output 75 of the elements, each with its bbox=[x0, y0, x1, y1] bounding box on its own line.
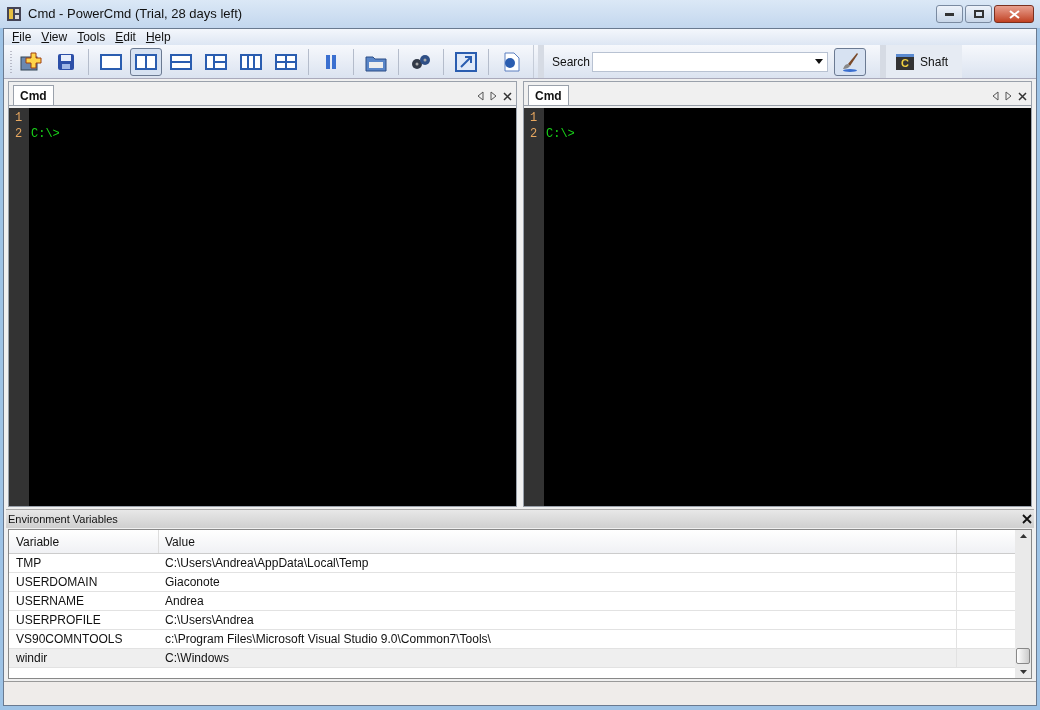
table-cell: Andrea bbox=[159, 592, 957, 610]
close-icon[interactable] bbox=[503, 91, 512, 101]
save-icon bbox=[57, 52, 75, 71]
scroll-right-icon[interactable] bbox=[490, 91, 497, 101]
line-number: 2 bbox=[14, 126, 24, 142]
dropdown-caret-icon bbox=[815, 59, 824, 64]
close-icon[interactable] bbox=[1018, 91, 1027, 101]
new-console-plus-icon bbox=[20, 51, 42, 72]
console-area[interactable]: 1 2 C:\> bbox=[524, 108, 1031, 506]
three-column-layout-icon bbox=[240, 53, 262, 70]
menu-item[interactable]: View bbox=[37, 28, 72, 46]
line-number: 1 bbox=[14, 110, 24, 126]
three-pane-layout-icon bbox=[205, 53, 227, 70]
table-row[interactable]: VS90COMNTOOLS c:\Program Files\Microsoft Visual Studio 9.0\Common7\Tools\ bbox=[9, 630, 1015, 649]
window-title: Cmd - PowerCmd (Trial, 28 days left) bbox=[28, 5, 243, 24]
external-window-icon bbox=[455, 51, 477, 72]
single-pane-layout-icon bbox=[100, 53, 122, 70]
gears-icon bbox=[410, 52, 432, 71]
help-document-icon bbox=[501, 51, 521, 72]
table-cell: C:\Windows bbox=[159, 649, 957, 667]
app-icon bbox=[6, 6, 22, 22]
pause-icon bbox=[325, 53, 337, 70]
highlight-brush-button[interactable] bbox=[834, 47, 867, 76]
table-row[interactable]: windir C:\Windows bbox=[9, 649, 1015, 668]
two-row-layout-icon bbox=[170, 53, 192, 70]
close-button[interactable] bbox=[994, 5, 1034, 23]
paintbrush-icon bbox=[841, 51, 860, 72]
shaft-c-icon: C bbox=[896, 53, 915, 70]
scroll-up-icon bbox=[1019, 534, 1027, 538]
vertical-scrollbar[interactable] bbox=[1015, 530, 1031, 678]
minimize-icon bbox=[945, 12, 954, 16]
prompt-text: C:\> bbox=[546, 126, 575, 142]
table-row[interactable]: USERNAME Andrea bbox=[9, 592, 1015, 611]
column-header[interactable]: Value bbox=[159, 530, 957, 553]
table-row[interactable]: USERDOMAIN Giaconote bbox=[9, 573, 1015, 592]
toolbar-button[interactable] bbox=[130, 47, 162, 76]
line-number: 1 bbox=[529, 110, 539, 126]
table-cell-text: windir bbox=[15, 650, 49, 667]
line-number: 2 bbox=[529, 126, 539, 142]
maximize-icon bbox=[973, 10, 984, 18]
table-cell: c:\Program Files\Microsoft Visual Studio 9.0\Common7\Tools\ bbox=[159, 630, 957, 648]
table-cell: C:\Users\Andrea\AppData\Local\Temp bbox=[159, 554, 957, 572]
console-tab[interactable]: Cmd bbox=[528, 85, 569, 105]
column-header[interactable]: Variable bbox=[9, 530, 159, 553]
menu-item[interactable]: Edit bbox=[111, 28, 140, 46]
table-cell-text: USERNAME bbox=[15, 593, 85, 610]
search-field[interactable] bbox=[592, 51, 829, 72]
menu-item[interactable]: Help bbox=[141, 28, 175, 46]
table-cell-text: USERPROFILE bbox=[15, 612, 102, 629]
scroll-left-icon[interactable] bbox=[477, 91, 484, 101]
table-cell: Giaconote bbox=[159, 573, 957, 591]
maximize-button[interactable] bbox=[965, 5, 992, 23]
menu-item[interactable]: Tools bbox=[73, 28, 110, 46]
scrollbar-thumb[interactable] bbox=[1016, 648, 1030, 664]
prompt-text: C:\> bbox=[31, 126, 60, 142]
minimize-button[interactable] bbox=[936, 5, 963, 23]
close-icon bbox=[1008, 9, 1020, 19]
scroll-left-icon[interactable] bbox=[992, 91, 999, 101]
scroll-right-icon[interactable] bbox=[1005, 91, 1012, 101]
four-pane-layout-icon bbox=[275, 53, 297, 70]
table-cell-text: VS90COMNTOOLS bbox=[15, 631, 124, 648]
close-icon[interactable] bbox=[1022, 514, 1032, 524]
panel-title: Environment Variables bbox=[8, 511, 118, 527]
two-column-layout-icon bbox=[135, 53, 157, 70]
menu-item[interactable]: File bbox=[8, 28, 36, 46]
search-label: Search bbox=[552, 53, 591, 71]
console-tab[interactable]: Cmd bbox=[13, 85, 54, 105]
table-cell: C:\Users\Andrea bbox=[159, 611, 957, 629]
scroll-down-icon bbox=[1019, 670, 1027, 674]
table-cell-text: TMP bbox=[15, 555, 43, 572]
console-area[interactable]: 1 2 C:\> bbox=[9, 108, 516, 506]
toolbar-grip-icon bbox=[10, 49, 13, 74]
table-cell-text: USERDOMAIN bbox=[15, 574, 99, 591]
table-row[interactable]: TMP C:\Users\Andrea\AppData\Local\Temp bbox=[9, 554, 1015, 573]
table-row[interactable]: USERPROFILE C:\Users\Andrea bbox=[9, 611, 1015, 630]
